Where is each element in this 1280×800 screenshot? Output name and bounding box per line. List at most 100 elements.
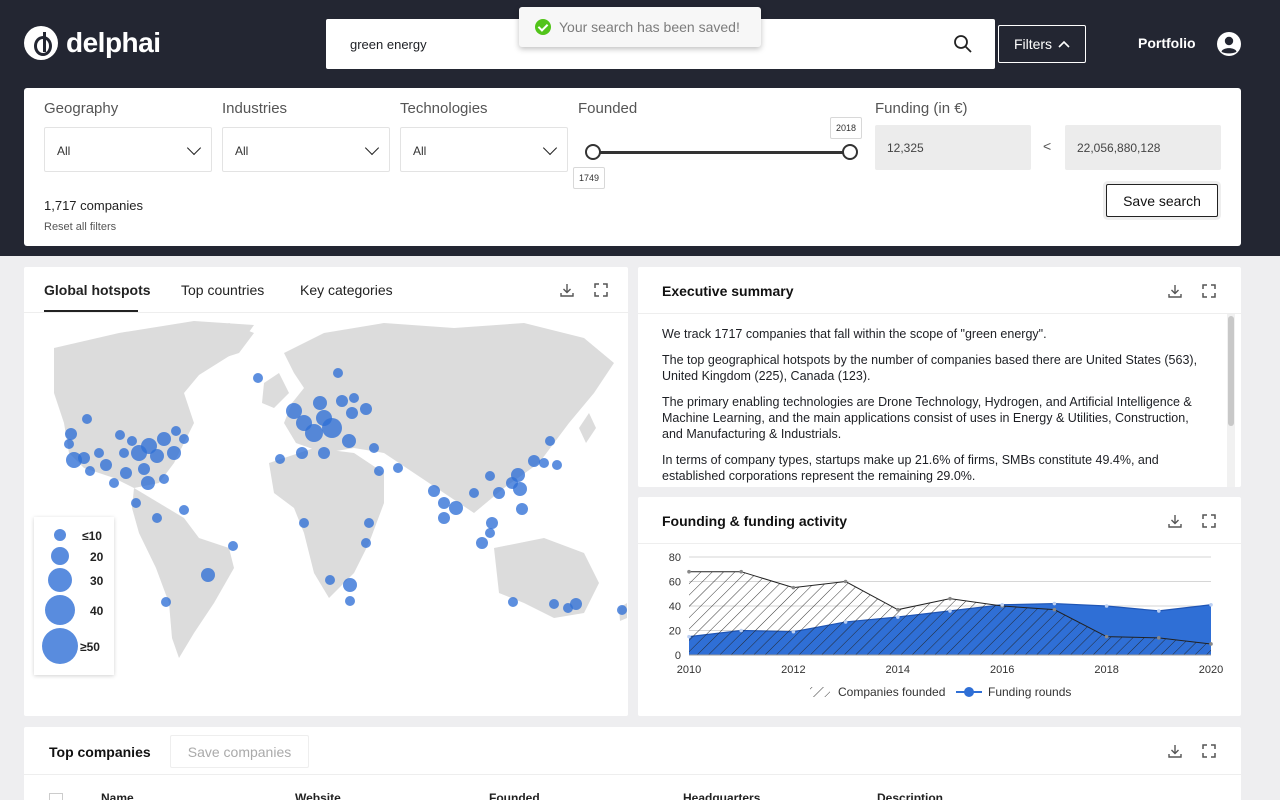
summary-scrollbar[interactable] — [1227, 314, 1235, 487]
filters-toggle-button[interactable]: Filters — [998, 25, 1086, 63]
funding-point — [948, 609, 952, 613]
logo-text: delphai — [66, 27, 161, 58]
global-hotspots-card: Global hotspots Top countries Key catego… — [24, 267, 628, 716]
filter-panel: Geography All Industries All Technologie… — [24, 88, 1241, 246]
save-search-button[interactable]: Save search — [1106, 184, 1218, 217]
funding-label: Funding (in €) — [875, 100, 968, 117]
scrollbar-thumb[interactable] — [1228, 316, 1234, 426]
top-companies-card: Top companies Save companies Name Websit… — [24, 727, 1241, 800]
founded-max-handle[interactable] — [842, 144, 858, 160]
legend-label: ≤10 — [82, 529, 102, 543]
download-icon[interactable] — [1168, 514, 1182, 528]
y-tick-label: 80 — [669, 552, 681, 564]
geography-label: Geography — [44, 100, 119, 117]
founded-point — [791, 585, 796, 590]
summary-paragraph: In terms of company types, startups make… — [662, 453, 1159, 483]
founded-point — [1104, 634, 1109, 639]
column-header-website[interactable]: Website — [295, 791, 341, 800]
funding-min-input[interactable]: 12,325 — [875, 125, 1031, 170]
delphai-logo[interactable]: delphai — [24, 26, 161, 60]
funding-point — [1157, 609, 1161, 613]
founded-point — [687, 569, 691, 574]
reset-filters-link[interactable]: Reset all filters — [44, 221, 116, 233]
fullscreen-icon[interactable] — [1202, 744, 1216, 758]
fullscreen-icon[interactable] — [1202, 514, 1216, 528]
legend-funding-label: Funding rounds — [988, 685, 1071, 699]
founded-point — [739, 569, 743, 574]
fullscreen-icon[interactable] — [1202, 284, 1216, 298]
technologies-select[interactable]: All — [400, 127, 568, 172]
world-map[interactable] — [24, 313, 628, 663]
summary-paragraph: The primary enabling technologies are Dr… — [662, 395, 1192, 441]
summary-paragraph: The top geographical hotspots by the num… — [662, 353, 1198, 383]
column-header-name[interactable]: Name — [101, 791, 134, 800]
founding-funding-chart[interactable]: 0 20 40 60 80 2010 2012 2014 2016 2018 2020 Compani… — [638, 544, 1241, 716]
select-all-checkbox[interactable] — [49, 793, 63, 800]
x-tick-label: 2014 — [886, 664, 910, 676]
tab-global-hotspots[interactable]: Global hotspots — [44, 282, 151, 298]
funding-point — [1209, 602, 1213, 607]
founded-point — [843, 579, 848, 584]
summary-body: We track 1717 companies that fall within… — [662, 326, 1210, 487]
download-icon[interactable] — [560, 283, 574, 297]
tab-top-countries[interactable]: Top countries — [181, 282, 264, 298]
legend-founded-swatch — [810, 687, 830, 697]
chevron-up-icon — [1058, 40, 1070, 48]
map-legend: ≤10 20 30 40 ≥50 — [34, 517, 114, 675]
portfolio-link[interactable]: Portfolio — [1138, 35, 1196, 51]
account-icon[interactable] — [1216, 31, 1242, 57]
founded-min-handle[interactable] — [585, 144, 601, 160]
x-tick-label: 2020 — [1199, 664, 1223, 676]
founded-point — [1052, 607, 1057, 612]
geography-value: All — [57, 144, 71, 158]
executive-summary-card: Executive summary We track 1717 companie… — [638, 267, 1241, 487]
legend-founded-label: Companies founded — [838, 685, 945, 699]
download-icon[interactable] — [1168, 744, 1182, 758]
industries-select[interactable]: All — [222, 127, 390, 172]
company-count: 1,717 companies — [44, 198, 144, 213]
fullscreen-icon[interactable] — [594, 283, 608, 297]
map-tabs: Global hotspots Top countries Key catego… — [24, 267, 628, 313]
check-circle-icon — [535, 19, 551, 35]
x-tick-label: 2010 — [677, 664, 701, 676]
y-tick-label: 0 — [675, 650, 681, 662]
legend-funding-marker — [964, 687, 974, 697]
summary-scroll-area[interactable]: We track 1717 companies that fall within… — [638, 314, 1226, 487]
funding-range-separator: < — [1043, 138, 1052, 154]
legend-bubbles — [42, 529, 78, 664]
logo-mark-icon — [24, 26, 58, 60]
save-companies-button[interactable]: Save companies — [170, 735, 309, 768]
legend-label: ≥50 — [80, 640, 100, 654]
column-header-headquarters[interactable]: Headquarters — [683, 791, 760, 800]
legend-label: 20 — [90, 550, 104, 564]
active-tab-indicator — [44, 310, 138, 312]
search-icon[interactable] — [953, 34, 973, 54]
funding-point — [1104, 604, 1109, 608]
founded-point — [896, 607, 900, 612]
saved-search-toast: Your search has been saved! — [519, 7, 761, 47]
funding-point — [739, 628, 743, 633]
x-tick-label: 2018 — [1094, 664, 1118, 676]
y-tick-label: 40 — [669, 601, 681, 613]
column-header-founded[interactable]: Founded — [489, 791, 540, 800]
x-tick-label: 2012 — [781, 664, 805, 676]
industries-value: All — [235, 144, 249, 158]
download-icon[interactable] — [1168, 284, 1182, 298]
y-tick-label: 20 — [669, 626, 681, 638]
toast-message: Your search has been saved! — [559, 19, 740, 35]
tab-key-categories[interactable]: Key categories — [300, 282, 393, 298]
column-header-description[interactable]: Description — [877, 791, 943, 800]
executive-summary-title: Executive summary — [662, 283, 794, 299]
funding-max-input[interactable]: 22,056,880,128 — [1065, 125, 1221, 170]
founded-max-tooltip: 2018 — [830, 117, 863, 139]
filters-button-label: Filters — [1013, 36, 1053, 52]
geography-select[interactable]: All — [44, 127, 212, 172]
founded-point — [948, 596, 952, 601]
funding-point — [896, 615, 900, 619]
y-tick-label: 60 — [669, 577, 681, 589]
funding-point — [1000, 602, 1004, 607]
divider — [24, 774, 1241, 775]
chevron-down-icon — [542, 140, 558, 156]
founded-range-slider[interactable] — [593, 151, 850, 154]
founded-point — [1209, 642, 1213, 646]
